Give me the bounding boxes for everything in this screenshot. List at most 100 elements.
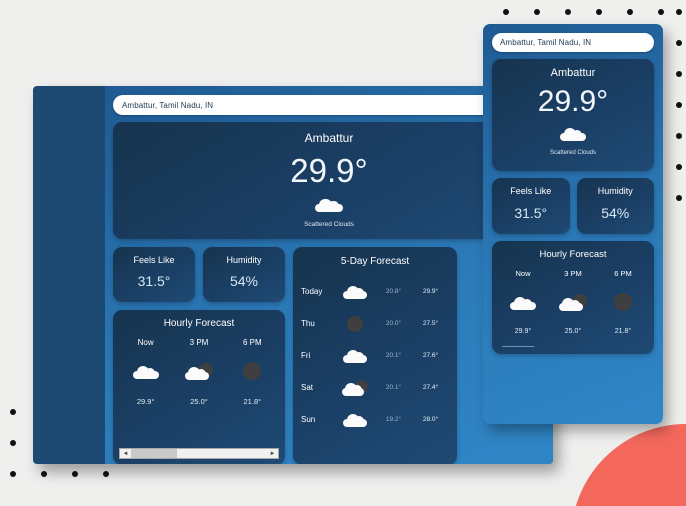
decorative-dot — [676, 102, 682, 108]
decorative-dot — [627, 9, 633, 15]
daily-row-max-temp: 27.4° — [422, 384, 439, 391]
hourly-item: 6 PM 21.8° — [598, 269, 648, 335]
scroll-indicator[interactable] — [502, 346, 534, 347]
decorative-dot — [676, 133, 682, 139]
scrollbar-thumb[interactable] — [131, 449, 178, 458]
cloud-icon — [343, 413, 367, 427]
hourly-item-icon-wrap — [172, 353, 225, 389]
cloud-moon-icon — [184, 362, 213, 380]
table-row: Fri 20.1° 27.6° — [301, 342, 449, 369]
metric-value: 31.5° — [514, 205, 548, 221]
decorative-dot — [534, 9, 540, 15]
hourly-item-icon-wrap — [119, 353, 172, 389]
daily-row-max-temp: 27.5° — [422, 320, 439, 327]
horizontal-scrollbar[interactable]: ◄ ► — [119, 448, 279, 459]
scrollbar-left-arrow-icon[interactable]: ◄ — [120, 449, 131, 458]
hourly-item-time: Now — [137, 338, 154, 347]
decorative-dot — [10, 440, 16, 446]
daily-row-day: Today — [301, 287, 323, 296]
decorative-dot — [676, 164, 682, 170]
table-row: Today 20.8° 29.9° — [301, 278, 449, 305]
hourly-item-temp: 21.8° — [614, 328, 632, 335]
hourly-item: 6 PM 21.8° — [226, 338, 279, 406]
hourly-item-icon-wrap — [226, 353, 279, 389]
decorative-dot — [658, 9, 664, 15]
desktop-preview-frame: Ambattur, Tamil Nadu, IN Ambattur 29.9° … — [33, 86, 553, 464]
metric-value: 54% — [229, 273, 259, 289]
daily-row-icon-wrap — [335, 413, 375, 427]
daily-row-min-temp: 19.2° — [385, 416, 402, 423]
daily-row-min-temp: 20.1° — [385, 352, 402, 359]
metric-card-humidity: Humidity 54% — [203, 247, 285, 302]
decorative-dot — [10, 471, 16, 477]
daily-row-icon-wrap — [335, 315, 375, 332]
search-input-value: Ambattur, Tamil Nadu, IN — [500, 38, 592, 47]
decorative-red-circle — [571, 424, 686, 506]
scrollbar-right-arrow-icon[interactable]: ► — [267, 449, 278, 458]
decorative-dot — [41, 471, 47, 477]
decorative-dot — [676, 40, 682, 46]
metric-card-feels-like: Feels Like 31.5° — [492, 178, 570, 234]
metrics-row: Feels Like 31.5° Humidity 54% — [492, 178, 654, 234]
daily-row-min-temp: 20.1° — [385, 384, 402, 391]
hourly-item-icon-wrap — [598, 284, 648, 320]
desktop-lower-columns: Feels Like 31.5° Humidity 54% Hourly For… — [113, 247, 545, 464]
daily-forecast-list: Today 20.8° 29.9° Thu 20.0° 27.5° Fri 20… — [301, 278, 449, 433]
cloud-icon — [560, 126, 586, 141]
metric-label: Feels Like — [510, 186, 552, 196]
current-weather-card: Ambattur 29.9° Scattered Clouds — [113, 122, 545, 239]
hourly-forecast-card: Hourly Forecast Now 29.9° 3 PM 25.0° 6 P… — [113, 310, 285, 464]
decorative-dot-column-right — [676, 9, 686, 226]
search-input-value: Ambattur, Tamil Nadu, IN — [122, 100, 214, 110]
daily-row-day: Thu — [301, 319, 315, 328]
search-input[interactable]: Ambattur, Tamil Nadu, IN — [492, 33, 654, 52]
metric-label: Feels Like — [133, 255, 175, 265]
decorative-dot — [565, 9, 571, 15]
scrollbar-track[interactable] — [131, 449, 267, 458]
decorative-dot — [103, 471, 109, 477]
hourly-forecast-list[interactable]: Now 29.9° 3 PM 25.0° 6 PM 21.8° — [498, 269, 648, 335]
hourly-forecast-list[interactable]: Now 29.9° 3 PM 25.0° 6 PM 21.8° — [119, 338, 279, 406]
hourly-item: Now 29.9° — [119, 338, 172, 406]
cloud-moon-icon — [559, 293, 587, 311]
daily-row-icon-wrap — [335, 349, 375, 363]
metric-value: 54% — [601, 205, 630, 221]
hourly-item: Now 29.9° — [498, 269, 548, 335]
table-row: Thu 20.0° 27.5° — [301, 310, 449, 337]
decorative-dot — [596, 9, 602, 15]
hourly-forecast-card: Hourly Forecast Now 29.9° 3 PM 25.0° 6 P… — [492, 241, 654, 354]
daily-row-max-temp: 28.0° — [422, 416, 439, 423]
daily-row-day: Sat — [301, 383, 314, 392]
current-city-name: Ambattur — [550, 67, 596, 79]
current-condition-text: Scattered Clouds — [304, 221, 354, 228]
hourly-item-time: 3 PM — [189, 338, 209, 347]
decorative-dot — [72, 471, 78, 477]
hourly-item: 3 PM 25.0° — [548, 269, 598, 335]
metric-card-feels-like: Feels Like 31.5° — [113, 247, 195, 302]
current-condition-text: Scattered Clouds — [549, 150, 597, 156]
hourly-item-temp: 25.0° — [564, 328, 582, 335]
decorative-dot — [503, 9, 509, 15]
hourly-item-time: 6 PM — [614, 269, 632, 278]
hourly-forecast-title: Hourly Forecast — [539, 249, 607, 260]
hourly-item-time: 6 PM — [242, 338, 262, 347]
metric-card-humidity: Humidity 54% — [576, 178, 654, 234]
hourly-item-temp: 29.9° — [136, 397, 155, 406]
moon-icon — [243, 362, 262, 380]
hourly-forecast-title: Hourly Forecast — [163, 318, 235, 329]
table-row: Sat 20.1° 27.4° — [301, 374, 449, 401]
decorative-dot — [10, 409, 16, 415]
daily-row-day: Sun — [301, 415, 316, 424]
mobile-preview-frame: Ambattur, Tamil Nadu, IN Ambattur 29.9° … — [483, 24, 663, 424]
daily-row-icon-wrap — [335, 379, 375, 396]
hourly-item-temp: 21.8° — [243, 397, 262, 406]
current-city-name: Ambattur — [304, 131, 354, 145]
desktop-left-column: Feels Like 31.5° Humidity 54% Hourly For… — [113, 247, 285, 464]
hourly-item-icon-wrap — [498, 284, 548, 320]
search-input[interactable]: Ambattur, Tamil Nadu, IN — [113, 95, 545, 115]
metric-value: 31.5° — [137, 273, 171, 289]
hourly-item-time: Now — [515, 269, 531, 278]
current-temperature: 29.9° — [290, 152, 368, 189]
hourly-item-temp: 25.0° — [190, 397, 208, 406]
hourly-item-time: 3 PM — [564, 269, 582, 278]
